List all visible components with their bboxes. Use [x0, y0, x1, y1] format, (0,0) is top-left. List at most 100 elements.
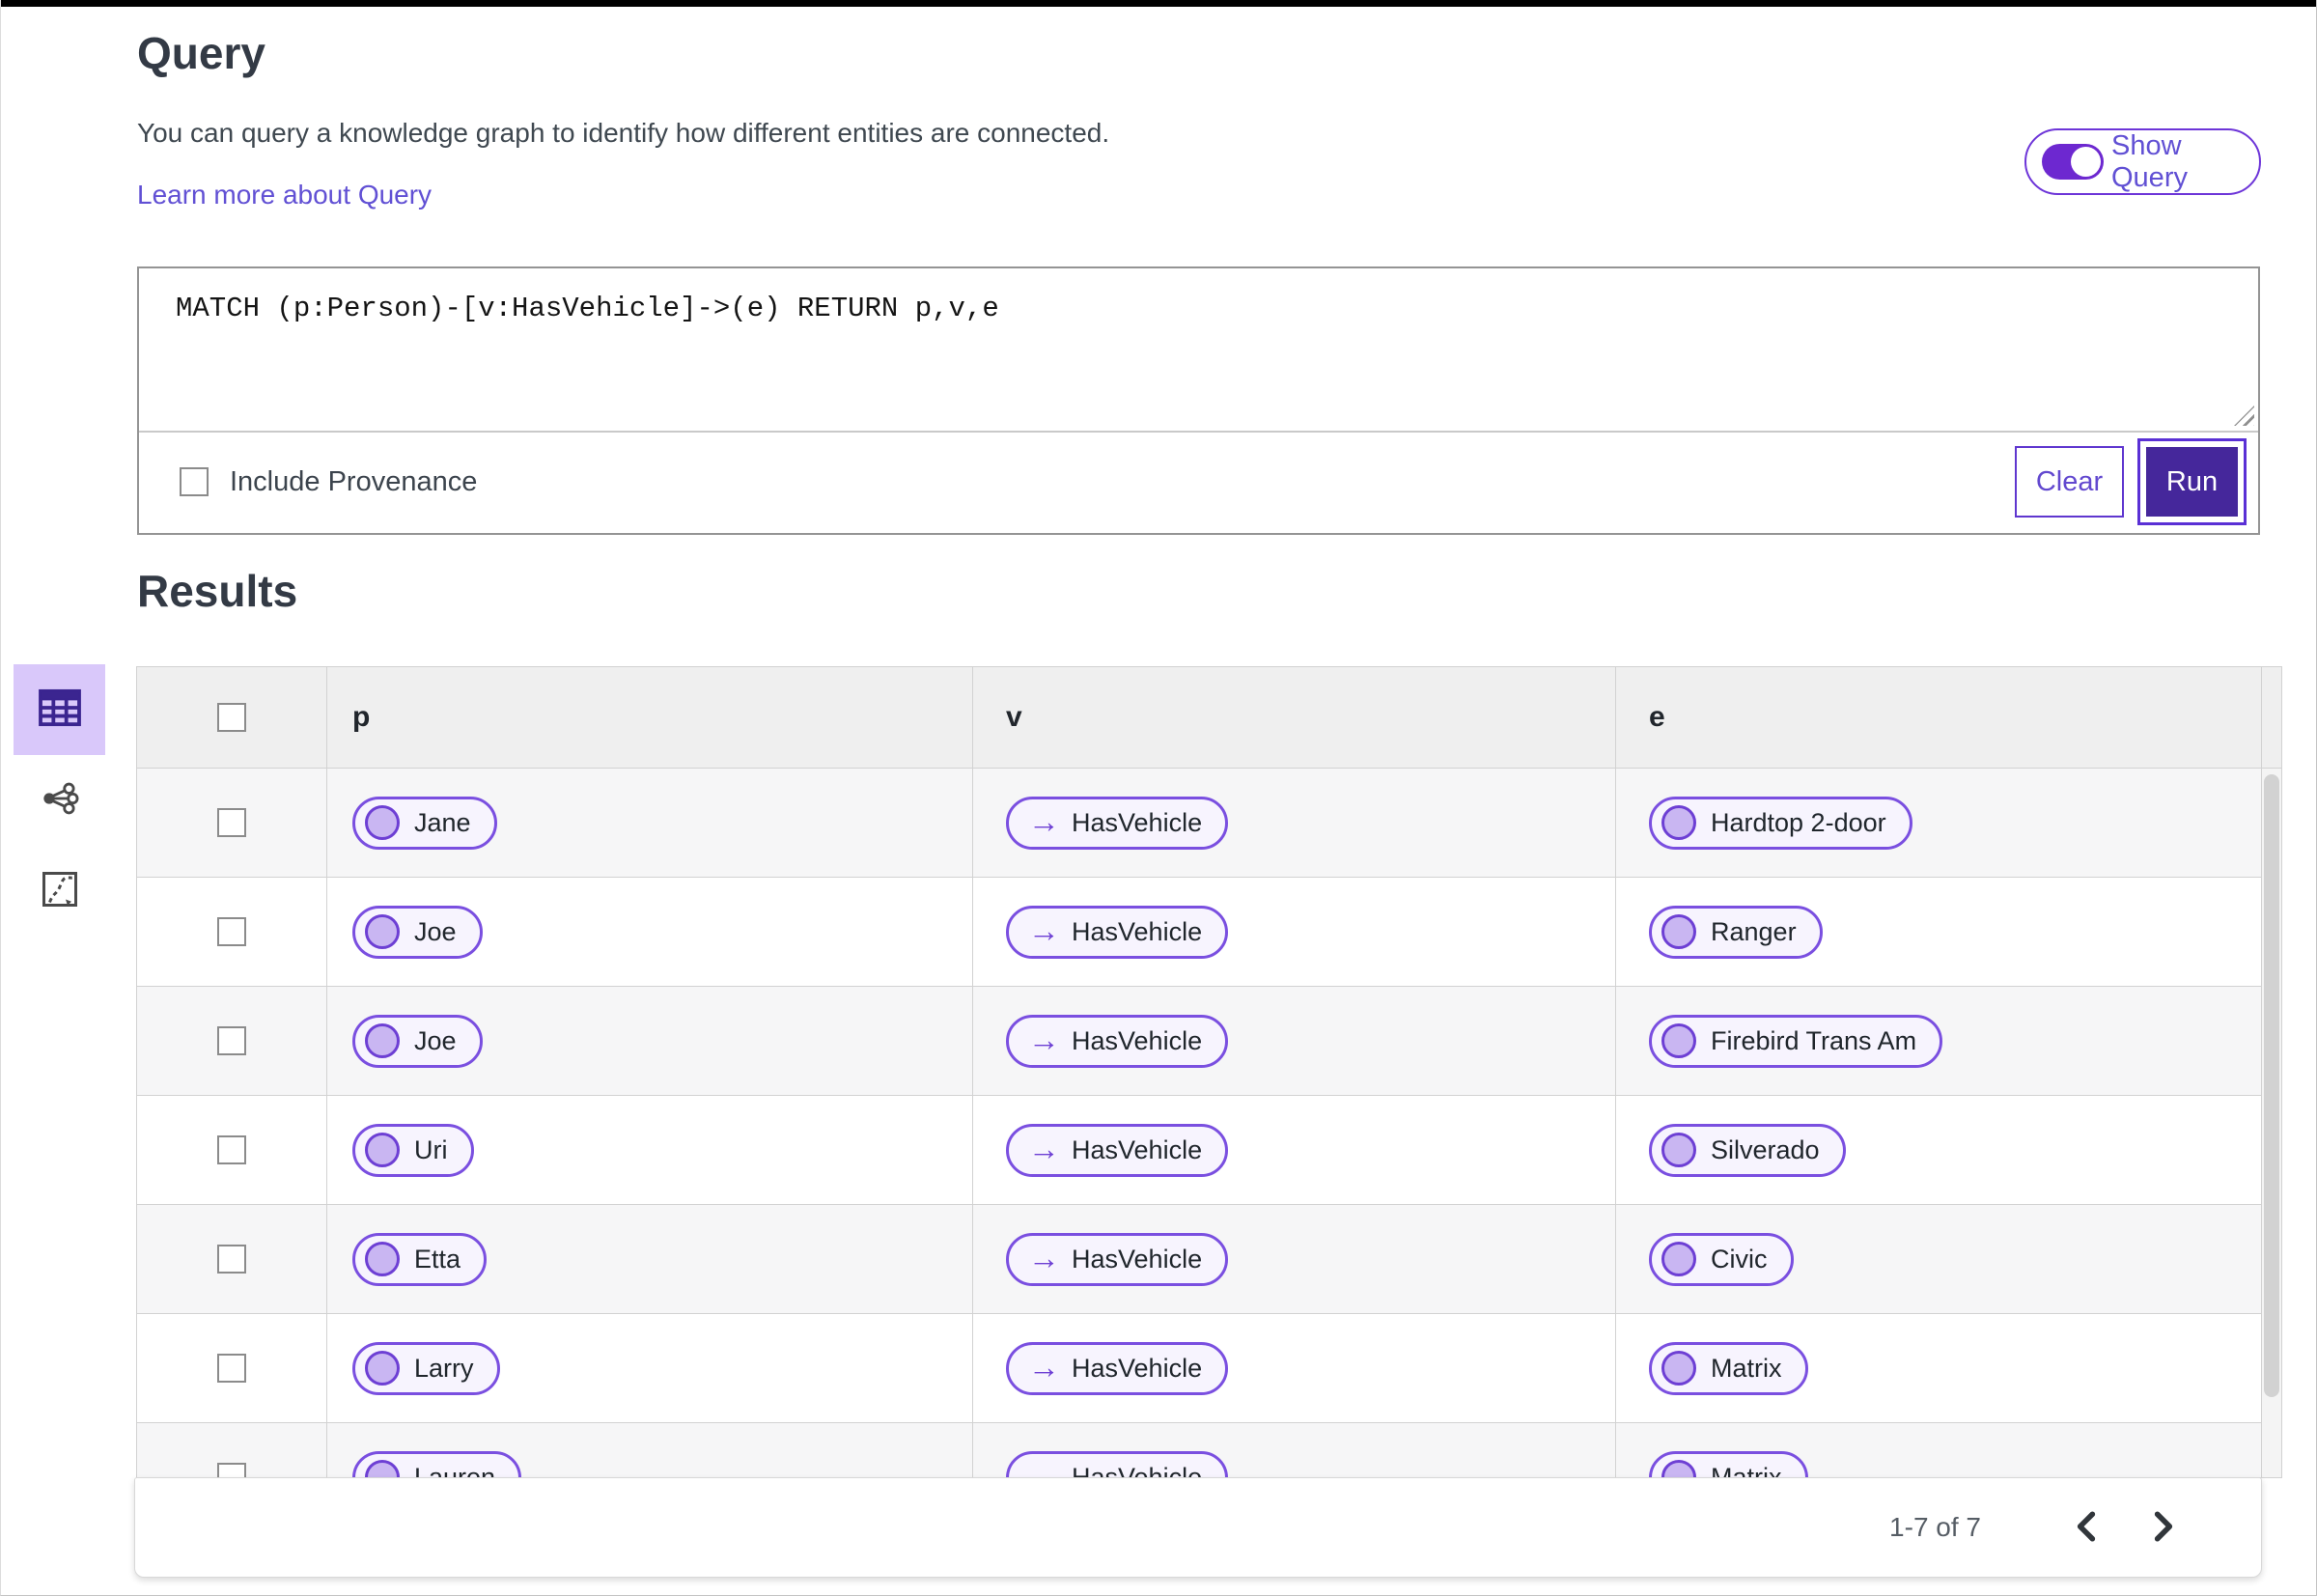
node-icon: [1661, 1460, 1696, 1477]
scrollbar-header-spacer: [2262, 667, 2281, 769]
toggle-knob: [2071, 147, 2101, 177]
node-label: Etta: [414, 1244, 461, 1274]
resize-handle-icon[interactable]: [2234, 406, 2254, 426]
node-label: Ranger: [1711, 916, 1797, 946]
node-label: Hardtop 2-door: [1711, 807, 1886, 837]
node-label: Uri: [414, 1134, 448, 1164]
node-label: Joe: [414, 916, 457, 946]
run-button[interactable]: Run: [2137, 438, 2247, 525]
edge-label: HasVehicle: [1072, 916, 1203, 946]
table-row: Jane → HasVehicle Hardtop 2-door: [137, 769, 2261, 878]
v-edge-pill[interactable]: → HasVehicle: [1006, 1014, 1229, 1068]
node-icon: [365, 1351, 400, 1386]
learn-more-link[interactable]: Learn more about Query: [137, 180, 432, 210]
show-query-label: Show Query: [2111, 129, 2188, 193]
results-table-body: Jane → HasVehicle Hardtop 2-door Joe → H…: [137, 769, 2261, 1478]
page-title: Query: [137, 28, 265, 78]
results-view-switcher: [14, 664, 105, 937]
table-row: Uri → HasVehicle Silverado: [137, 1096, 2261, 1205]
e-node-pill[interactable]: Silverado: [1649, 1123, 1846, 1177]
edge-label: HasVehicle: [1072, 1025, 1203, 1055]
e-node-pill[interactable]: Matrix: [1649, 1341, 1808, 1395]
node-label: Lauren: [414, 1462, 496, 1478]
table-row: Lauren → HasVehicle Matrix: [137, 1423, 2261, 1478]
p-node-pill[interactable]: Etta: [352, 1232, 488, 1286]
column-header-e[interactable]: e: [1616, 667, 2261, 768]
node-label: Firebird Trans Am: [1711, 1025, 1917, 1055]
query-page: Query You can query a knowledge graph to…: [0, 0, 2317, 1596]
edge-label: HasVehicle: [1072, 807, 1203, 837]
e-node-pill[interactable]: Matrix: [1649, 1450, 1808, 1477]
node-icon: [1661, 914, 1696, 949]
e-node-pill[interactable]: Ranger: [1649, 905, 1823, 959]
clear-button[interactable]: Clear: [2015, 446, 2124, 518]
column-header-v[interactable]: v: [973, 667, 1616, 768]
v-edge-pill[interactable]: → HasVehicle: [1006, 796, 1229, 850]
query-textarea[interactable]: MATCH (p:Person)-[v:HasVehicle]->(e) RET…: [139, 268, 2258, 433]
chart-view-icon: [40, 869, 80, 914]
v-edge-pill[interactable]: → HasVehicle: [1006, 1450, 1229, 1478]
table-view-button[interactable]: [14, 664, 105, 755]
node-label: Larry: [414, 1353, 474, 1383]
row-checkbox[interactable]: [217, 1245, 246, 1274]
row-checkbox[interactable]: [217, 808, 246, 837]
p-node-pill[interactable]: Joe: [352, 1014, 483, 1068]
table-row: Etta → HasVehicle Civic: [137, 1205, 2261, 1314]
p-node-pill[interactable]: Larry: [352, 1341, 500, 1395]
scrollbar-track[interactable]: [2262, 769, 2281, 1477]
chevron-left-icon: [2074, 1510, 2099, 1546]
table-scrollbar: [2261, 667, 2281, 1477]
p-node-pill[interactable]: Lauren: [352, 1450, 522, 1478]
edge-label: HasVehicle: [1072, 1462, 1203, 1478]
node-icon: [365, 1023, 400, 1058]
e-node-pill[interactable]: Firebird Trans Am: [1649, 1014, 1943, 1068]
arrow-right-icon: →: [1028, 1348, 1060, 1385]
page-description: You can query a knowledge graph to ident…: [137, 118, 1110, 148]
include-provenance-checkbox[interactable]: [180, 467, 209, 496]
query-actions-bar: Include Provenance Clear Run: [139, 433, 2258, 531]
chart-view-button[interactable]: [14, 846, 105, 937]
graph-view-icon: [39, 777, 81, 825]
table-row: Joe → HasVehicle Ranger: [137, 878, 2261, 987]
show-query-toggle-button[interactable]: Show Query: [2024, 128, 2261, 195]
previous-page-button[interactable]: [2064, 1505, 2108, 1550]
column-header-p[interactable]: p: [327, 667, 973, 768]
table-view-icon: [38, 688, 82, 732]
v-edge-pill[interactable]: → HasVehicle: [1006, 905, 1229, 959]
node-label: Civic: [1711, 1244, 1768, 1274]
v-edge-pill[interactable]: → HasVehicle: [1006, 1341, 1229, 1395]
node-icon: [1661, 1023, 1696, 1058]
arrow-right-icon: →: [1028, 1130, 1060, 1166]
v-edge-pill[interactable]: → HasVehicle: [1006, 1123, 1229, 1177]
e-node-pill[interactable]: Civic: [1649, 1232, 1794, 1286]
arrow-right-icon: →: [1028, 1021, 1060, 1057]
node-label: Joe: [414, 1025, 457, 1055]
table-header-row: p v e: [137, 667, 2261, 769]
e-node-pill[interactable]: Hardtop 2-door: [1649, 796, 1912, 850]
node-icon: [365, 1242, 400, 1276]
row-checkbox[interactable]: [217, 1463, 246, 1477]
toggle-on-icon[interactable]: [2042, 144, 2104, 180]
graph-view-button[interactable]: [14, 755, 105, 846]
arrow-right-icon: →: [1028, 802, 1060, 839]
node-icon: [1661, 805, 1696, 840]
p-node-pill[interactable]: Jane: [352, 796, 497, 850]
node-icon: [365, 1133, 400, 1167]
scrollbar-thumb[interactable]: [2264, 774, 2279, 1397]
row-checkbox[interactable]: [217, 1135, 246, 1164]
edge-label: HasVehicle: [1072, 1134, 1203, 1164]
edge-label: HasVehicle: [1072, 1244, 1203, 1274]
table-row: Joe → HasVehicle Firebird Trans Am: [137, 987, 2261, 1096]
v-edge-pill[interactable]: → HasVehicle: [1006, 1232, 1229, 1286]
select-all-checkbox[interactable]: [217, 703, 246, 732]
query-editor-panel: MATCH (p:Person)-[v:HasVehicle]->(e) RET…: [137, 266, 2260, 535]
node-icon: [365, 805, 400, 840]
row-checkbox[interactable]: [217, 1026, 246, 1055]
row-checkbox[interactable]: [217, 1354, 246, 1383]
p-node-pill[interactable]: Uri: [352, 1123, 474, 1177]
next-page-button[interactable]: [2141, 1505, 2186, 1550]
row-checkbox[interactable]: [217, 917, 246, 946]
node-icon: [1661, 1351, 1696, 1386]
p-node-pill[interactable]: Joe: [352, 905, 483, 959]
results-title: Results: [137, 566, 298, 616]
